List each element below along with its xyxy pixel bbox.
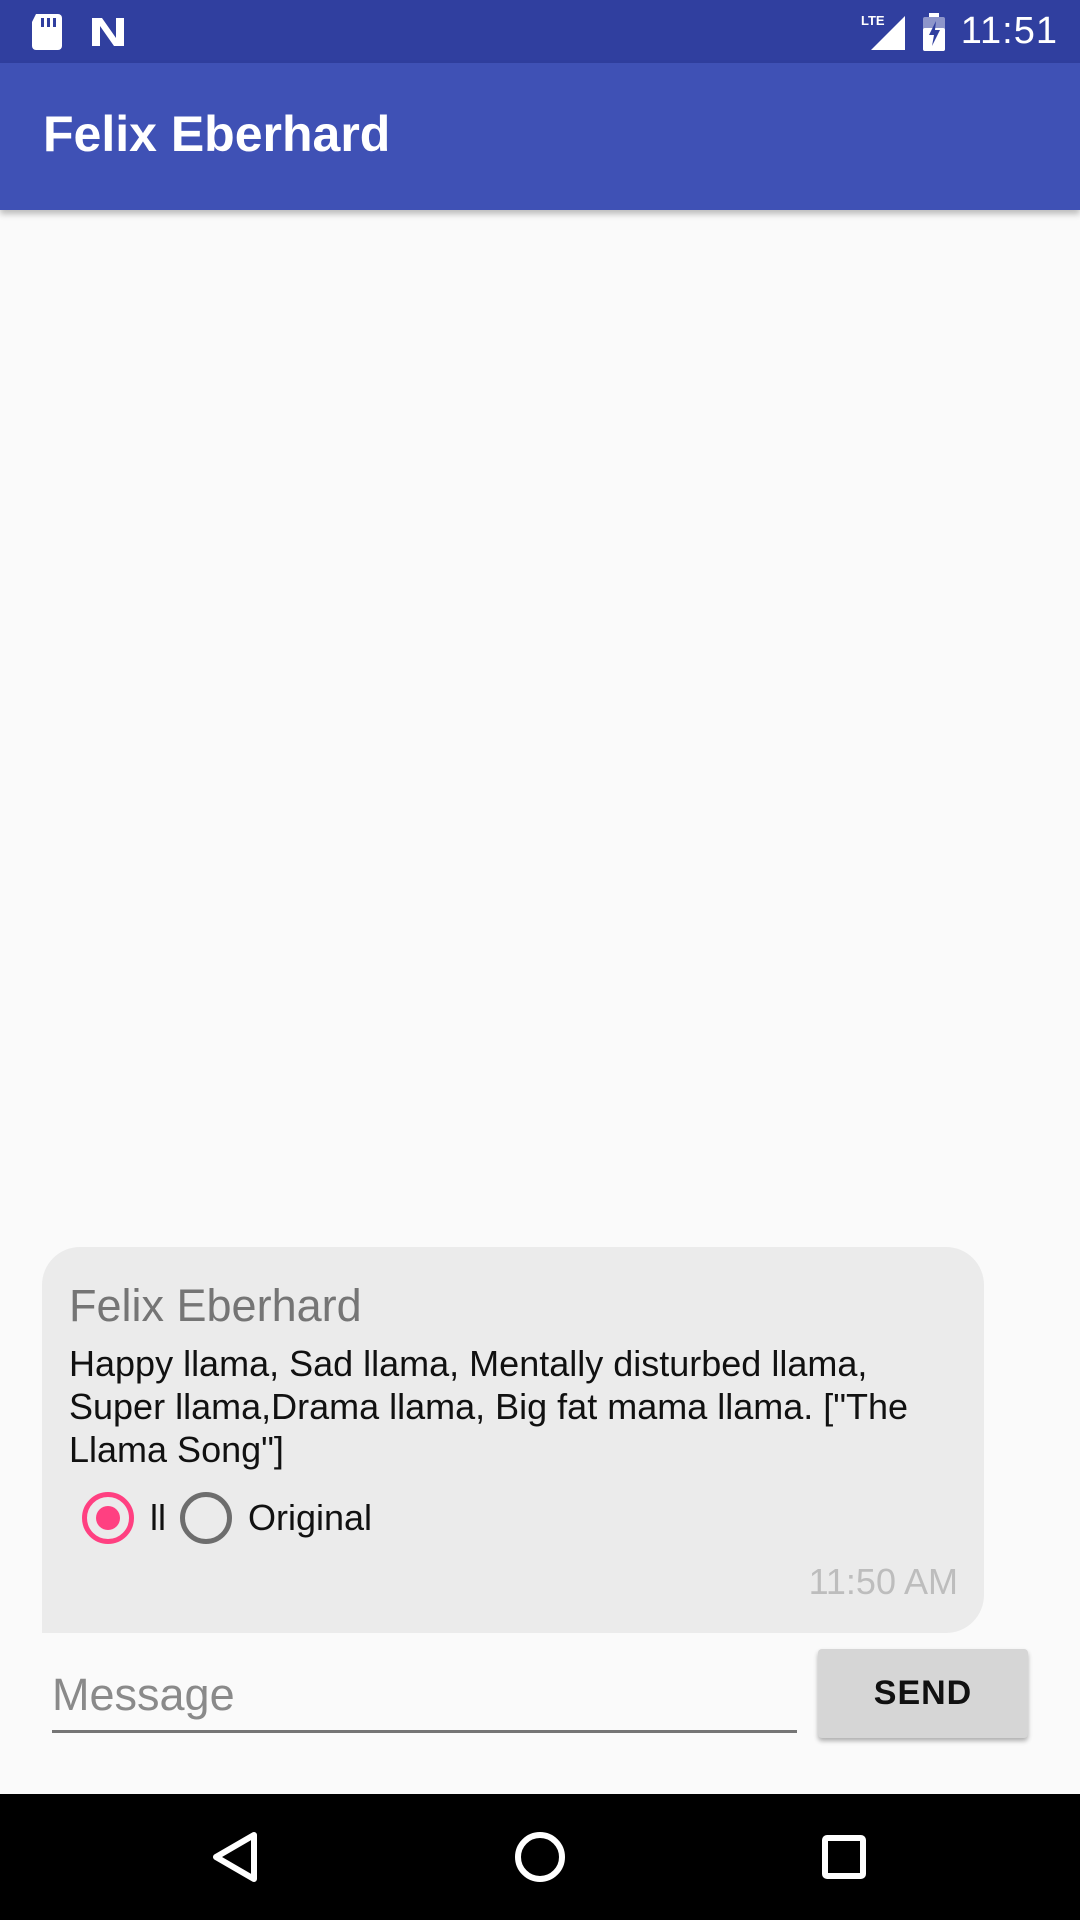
message-text: Happy llama, Sad llama, Mentally disturb…	[69, 1343, 909, 1470]
send-button[interactable]: SEND	[818, 1649, 1028, 1738]
message-time: 11:50 AM	[808, 1561, 958, 1602]
home-icon[interactable]	[500, 1817, 580, 1897]
message-input-wrapper	[52, 1660, 797, 1733]
svg-text:LTE: LTE	[861, 13, 885, 28]
radio-ll-label[interactable]: ll	[150, 1497, 166, 1539]
lte-signal-icon: LTE	[861, 13, 905, 50]
message-bubble: Felix Eberhard Happy llama, Sad llama, M…	[42, 1247, 984, 1633]
radio-original[interactable]	[180, 1492, 232, 1544]
navigation-bar	[0, 1794, 1080, 1920]
back-icon[interactable]	[196, 1817, 276, 1897]
status-right: LTE 11:51	[861, 0, 1058, 63]
radio-original-label[interactable]: Original	[248, 1497, 372, 1539]
battery-charging-icon	[922, 12, 945, 51]
status-bar: LTE 11:51	[0, 0, 1080, 63]
status-time: 11:51	[960, 10, 1058, 52]
sd-card-icon	[32, 14, 62, 50]
message-input[interactable]	[52, 1660, 797, 1730]
recents-icon[interactable]	[804, 1817, 884, 1897]
app-bar: Felix Eberhard	[0, 63, 1080, 210]
radio-ll[interactable]	[82, 1492, 134, 1544]
radio-group: ll Original	[82, 1490, 386, 1546]
page-title: Felix Eberhard	[43, 106, 391, 162]
n-app-icon	[92, 18, 124, 46]
message-sender: Felix Eberhard	[69, 1280, 362, 1331]
